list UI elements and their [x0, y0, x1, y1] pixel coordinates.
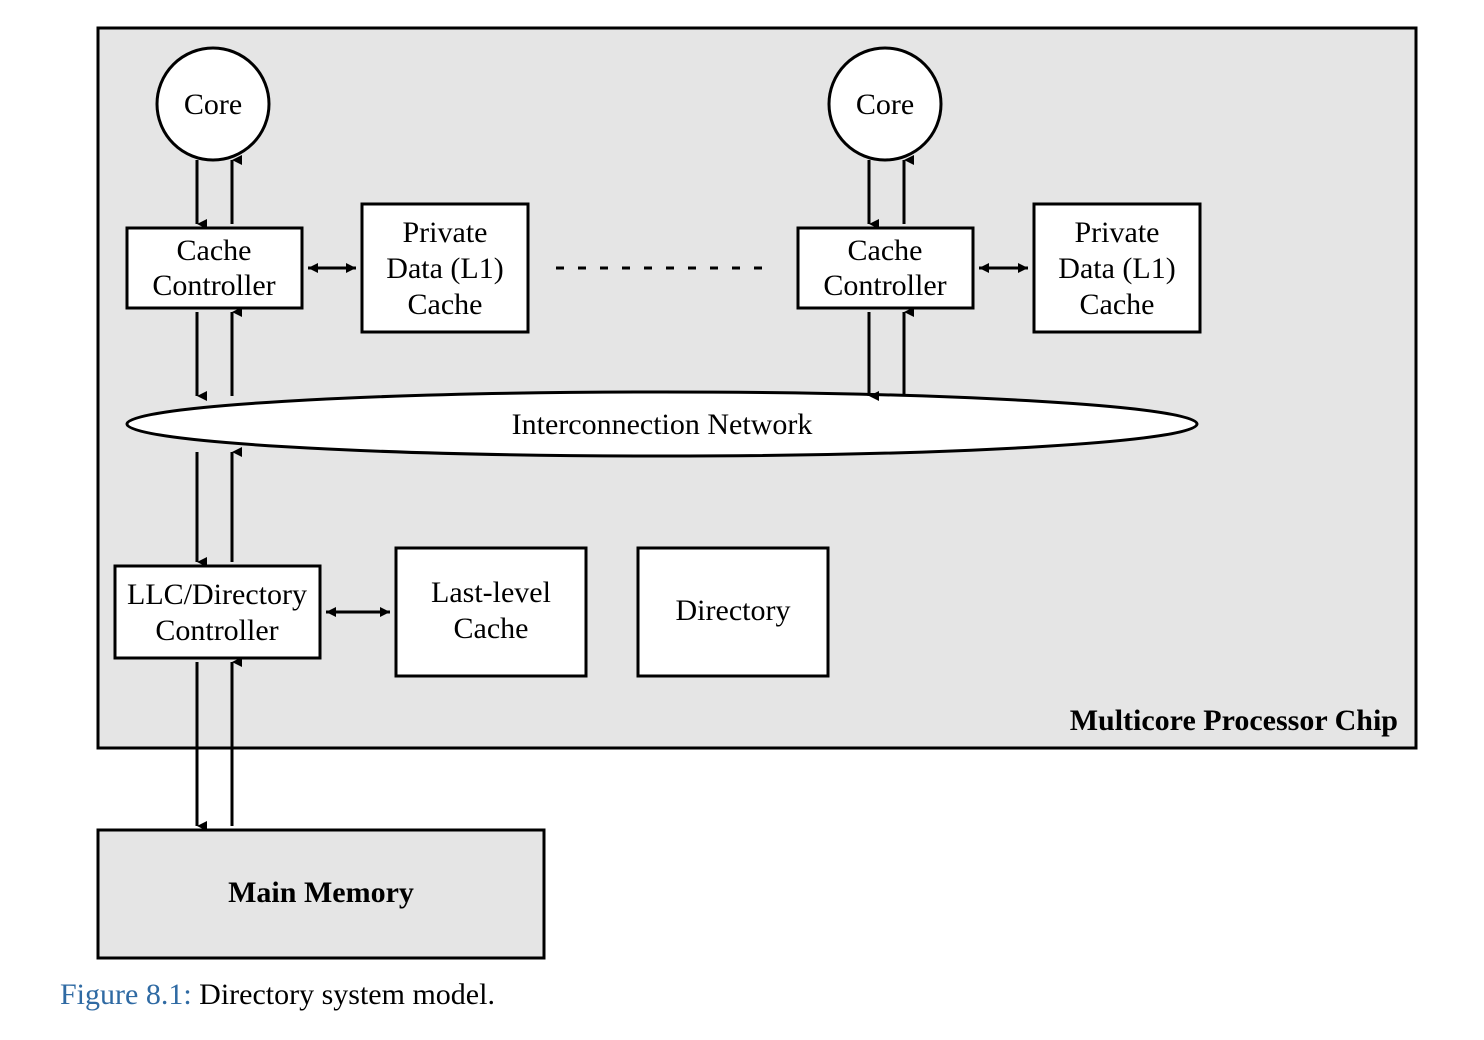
interconnect-label: Interconnection Network — [512, 408, 813, 441]
figure-caption: Figure 8.1: Directory system model. — [60, 978, 495, 1012]
main-memory-label: Main Memory — [228, 876, 414, 909]
core-left-label: Core — [184, 88, 242, 121]
cache-controller-right-l1: Cache — [848, 234, 923, 267]
cache-controller-left-l1: Cache — [177, 234, 252, 267]
l1-right-l1: Private — [1075, 216, 1160, 249]
figure-caption-text: Directory system model. — [192, 978, 495, 1011]
l1-right-l2: Data (L1) — [1058, 252, 1175, 285]
cache-controller-left-l2: Controller — [152, 269, 275, 302]
l1-left-l3: Cache — [408, 288, 483, 321]
l1-right-l3: Cache — [1080, 288, 1155, 321]
l1-left-l2: Data (L1) — [386, 252, 503, 285]
llc-controller-l2: Controller — [155, 614, 278, 647]
llc-controller-l1: LLC/Directory — [127, 578, 307, 611]
core-right-label: Core — [856, 88, 914, 121]
diagram-svg: Multicore Processor Chip Core Core Cache… — [0, 0, 1484, 1040]
figure-number: Figure 8.1: — [60, 978, 192, 1011]
last-level-cache-l2: Cache — [454, 612, 529, 645]
diagram-stage: Multicore Processor Chip Core Core Cache… — [0, 0, 1484, 1040]
chip-label: Multicore Processor Chip — [1070, 704, 1398, 737]
l1-left-l1: Private — [403, 216, 488, 249]
directory-label: Directory — [676, 594, 791, 627]
last-level-cache-l1: Last-level — [431, 576, 551, 609]
cache-controller-right-l2: Controller — [823, 269, 946, 302]
